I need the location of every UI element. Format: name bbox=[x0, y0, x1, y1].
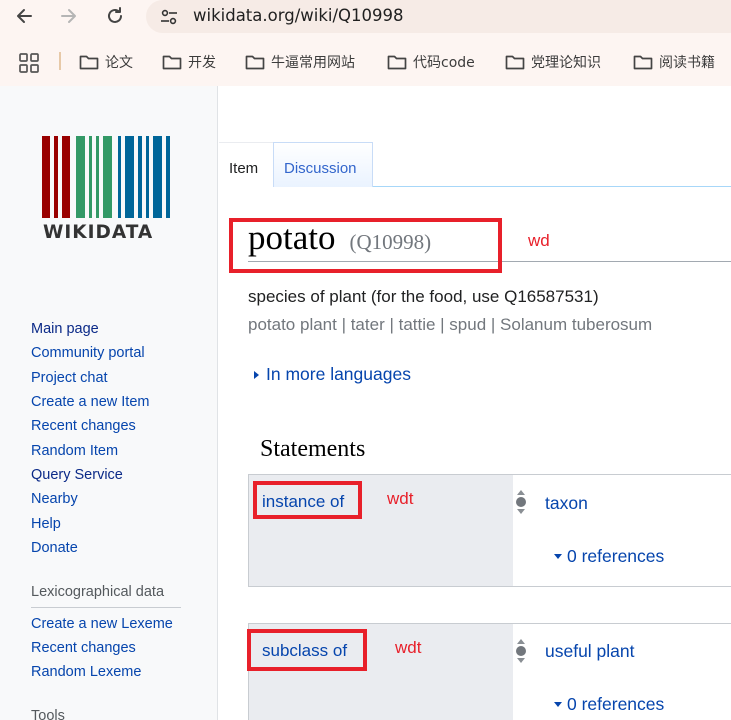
wikidata-logo[interactable]: WIKIDATA bbox=[40, 134, 174, 244]
nav-lexeme-recent-changes[interactable]: Recent changes bbox=[31, 640, 136, 656]
nav-community-portal[interactable]: Community portal bbox=[31, 345, 145, 361]
bookmark-label: 代码code bbox=[413, 55, 475, 71]
tab-discussion-label: Discussion bbox=[284, 160, 357, 177]
nav-recent-changes[interactable]: Recent changes bbox=[31, 418, 136, 434]
page-tabs: Item Discussion bbox=[219, 142, 731, 187]
nav-random-item[interactable]: Random Item bbox=[31, 443, 118, 459]
annotation-box-subclass-of bbox=[247, 629, 367, 671]
folder-icon bbox=[505, 55, 525, 70]
nav-help[interactable]: Help bbox=[31, 516, 61, 532]
annotation-label-wdt: wdt bbox=[387, 489, 414, 508]
reload-button[interactable] bbox=[102, 3, 128, 29]
bookmarks-separator bbox=[59, 52, 61, 70]
folder-icon bbox=[245, 55, 265, 70]
bookmark-folder[interactable]: 党理论知识 bbox=[505, 50, 601, 74]
forward-button[interactable] bbox=[56, 3, 82, 29]
bookmark-label: 牛逼常用网站 bbox=[271, 55, 355, 71]
annotation-box-instance-of bbox=[253, 481, 362, 519]
nav-nearby[interactable]: Nearby bbox=[31, 491, 78, 507]
bookmark-folder[interactable]: 开发 bbox=[162, 50, 216, 74]
bookmark-folder[interactable]: 牛逼常用网站 bbox=[245, 50, 355, 74]
annotation-label-wdt: wdt bbox=[395, 638, 422, 657]
item-description: species of plant (for the food, use Q165… bbox=[248, 287, 599, 306]
address-bar[interactable]: wikidata.org/wiki/Q10998 bbox=[146, 0, 731, 33]
nav-random-lexeme[interactable]: Random Lexeme bbox=[31, 664, 141, 680]
nav-create-item[interactable]: Create a new Item bbox=[31, 394, 149, 410]
nav-donate[interactable]: Donate bbox=[31, 540, 78, 556]
bookmark-folder[interactable]: 代码code bbox=[387, 50, 475, 74]
caret-right-icon bbox=[254, 370, 259, 379]
back-arrow-icon bbox=[17, 9, 32, 23]
rank-selector-icon[interactable] bbox=[515, 638, 527, 664]
browser-toolbar: wikidata.org/wiki/Q10998 论文 开发 牛逼常用网站 代码… bbox=[0, 0, 731, 86]
tab-item-label: Item bbox=[229, 160, 259, 177]
bookmark-folder[interactable]: 阅读书籍 bbox=[633, 50, 715, 74]
statement-value-link[interactable]: taxon bbox=[545, 493, 588, 514]
caret-down-icon bbox=[554, 554, 562, 559]
forward-arrow-icon bbox=[61, 9, 76, 23]
site-info-icon[interactable] bbox=[158, 6, 180, 28]
folder-icon bbox=[387, 55, 407, 70]
folder-icon bbox=[633, 55, 653, 70]
lexeme-heading: Lexicographical data bbox=[31, 584, 165, 600]
references-label: 0 references bbox=[567, 546, 665, 566]
caret-down-icon bbox=[554, 702, 562, 707]
sidebar: WIKIDATA Main page Community portal Proj… bbox=[0, 86, 218, 720]
section-divider bbox=[31, 607, 181, 608]
folder-icon bbox=[79, 55, 99, 70]
references-toggle[interactable]: 0 references bbox=[554, 694, 664, 715]
nav-create-lexeme[interactable]: Create a new Lexeme bbox=[31, 616, 173, 632]
nav-main-page[interactable]: Main page bbox=[31, 321, 99, 337]
apps-grid-icon[interactable] bbox=[19, 53, 39, 73]
logo-wordmark: WIKIDATA bbox=[43, 222, 154, 243]
folder-icon bbox=[162, 55, 182, 70]
statement-value-link[interactable]: useful plant bbox=[545, 641, 635, 662]
more-languages-label: In more languages bbox=[266, 364, 411, 384]
url-text[interactable]: wikidata.org/wiki/Q10998 bbox=[193, 6, 404, 25]
item-aliases: potato plant | tater | tattie | spud | S… bbox=[248, 315, 653, 334]
rank-selector-icon[interactable] bbox=[515, 489, 527, 515]
tab-item[interactable]: Item bbox=[219, 142, 273, 187]
statements-heading: Statements bbox=[260, 436, 366, 462]
reload-icon bbox=[108, 7, 122, 23]
tab-underline bbox=[373, 186, 731, 187]
tab-discussion[interactable]: Discussion bbox=[273, 142, 373, 187]
tools-heading: Tools bbox=[31, 708, 65, 720]
back-button[interactable] bbox=[11, 3, 37, 29]
bookmark-folder[interactable]: 论文 bbox=[79, 50, 133, 74]
bookmark-label: 阅读书籍 bbox=[659, 55, 715, 71]
bookmarks-bar: 论文 开发 牛逼常用网站 代码code 党理论知识 阅读书籍 bbox=[0, 44, 731, 80]
references-toggle[interactable]: 0 references bbox=[554, 546, 664, 567]
references-label: 0 references bbox=[567, 694, 665, 714]
more-languages-toggle[interactable]: In more languages bbox=[254, 364, 411, 385]
annotation-label-wd: wd bbox=[528, 231, 550, 250]
annotation-box-title bbox=[229, 218, 502, 273]
nav-project-chat[interactable]: Project chat bbox=[31, 370, 108, 386]
bookmark-label: 党理论知识 bbox=[531, 55, 601, 71]
nav-query-service[interactable]: Query Service bbox=[31, 467, 123, 483]
bookmark-label: 开发 bbox=[188, 55, 216, 71]
bookmark-label: 论文 bbox=[105, 55, 133, 71]
